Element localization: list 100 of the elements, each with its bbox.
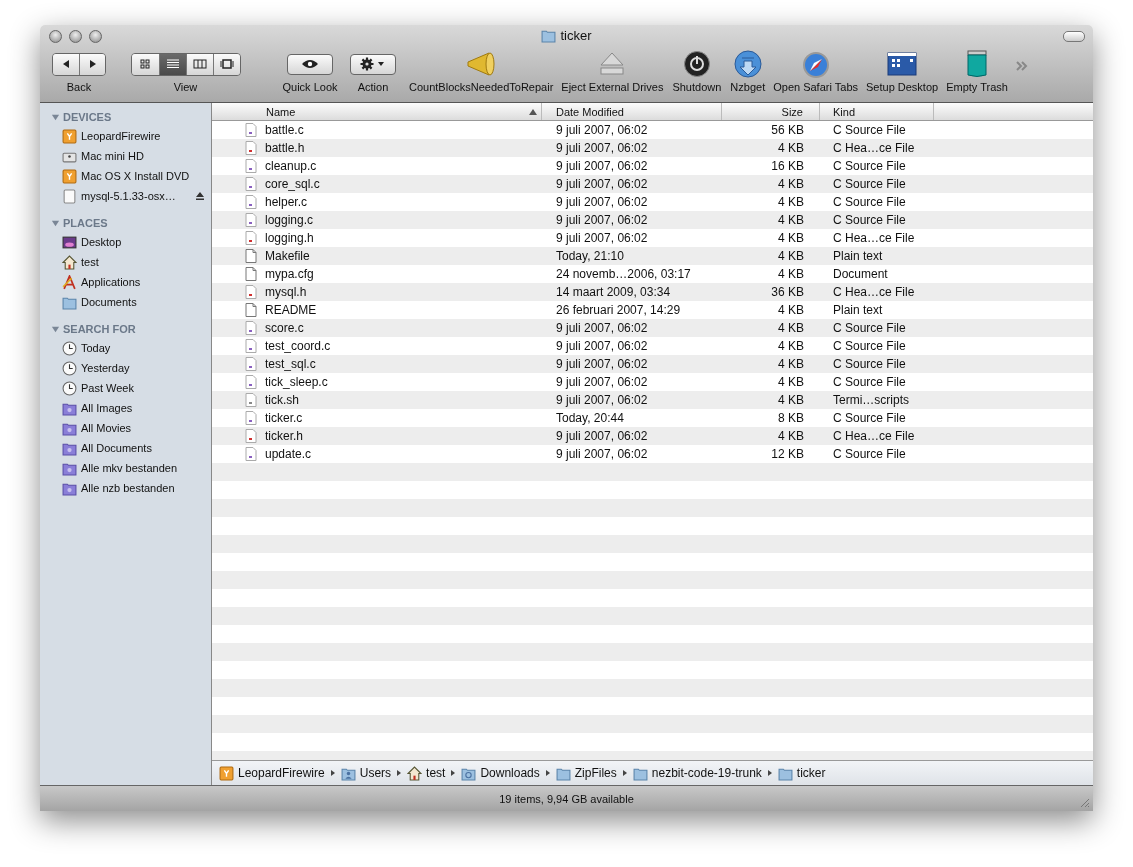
view-mode-button[interactable] [185,53,213,75]
quick-look-button[interactable] [287,53,333,75]
file-name[interactable]: mypa.cfg [265,267,314,281]
source-file-icon [245,357,257,371]
sidebar-heading: SEARCH FOR [63,323,136,335]
sidebar-item[interactable]: All Images [40,398,211,418]
action-button[interactable] [350,53,396,75]
table-cell: 9 juli 2007, 06:02 [556,123,648,137]
file-name[interactable]: core_sql.c [265,177,320,191]
separator-arrow-icon [766,769,773,777]
source-file-icon [245,411,257,425]
column-header[interactable]: Size [722,103,820,120]
file-name[interactable]: battle.c [265,123,304,137]
house-icon [62,254,77,270]
table-cell: 9 juli 2007, 06:02 [556,177,648,191]
table-cell: C Source File [833,213,906,227]
table-cell: 4 KB [778,357,804,371]
resize-grip-icon[interactable] [1078,796,1090,808]
table-cell: 14 maart 2009, 03:34 [556,285,671,299]
sidebar-item[interactable]: LeopardFirewire [40,126,211,146]
eject-icon[interactable] [195,191,205,201]
file-name[interactable]: score.c [265,321,304,335]
table-cell: 4 KB [778,393,804,407]
disclosure-triangle-icon[interactable] [51,112,60,122]
sidebar-item[interactable]: Alle mkv bestanden [40,458,211,478]
path-item[interactable]: Downloads [461,765,540,781]
toolbar-toggle-button[interactable] [1063,30,1085,42]
file-name[interactable]: tick.sh [265,393,299,407]
sidebar-item[interactable]: mysql-5.1.33-osx… [40,186,211,206]
file-name[interactable]: README [265,303,317,317]
source-file-icon [245,123,257,137]
sidebar-item[interactable]: Yesterday [40,358,211,378]
sidebar-item[interactable]: All Movies [40,418,211,438]
window-icon[interactable] [886,49,919,79]
download-globe-icon[interactable] [731,49,764,79]
view-mode-button[interactable] [131,53,159,75]
sidebar-item[interactable]: Past Week [40,378,211,398]
path-item[interactable]: Users [340,765,392,781]
table-cell: 9 juli 2007, 06:02 [556,429,648,443]
file-name[interactable]: tick_sleep.c [265,375,328,389]
forward-button[interactable] [79,53,105,75]
table-cell: C Hea…ce File [833,231,915,245]
clock-icon [62,360,77,376]
path-item[interactable]: LeopardFirewire [219,765,325,781]
path-item[interactable]: ZipFiles [555,765,617,781]
file-name[interactable]: mysql.h [265,285,307,299]
separator-arrow-icon [396,769,403,777]
file-name[interactable]: ticker.h [265,429,303,443]
file-name[interactable]: test_coord.c [265,339,331,353]
file-name[interactable]: test_sql.c [265,357,316,371]
file-name[interactable]: update.c [265,447,312,461]
column-header[interactable]: Kind [820,103,934,120]
sidebar-item[interactable]: Mac mini HD [40,146,211,166]
sidebar-item[interactable]: All Documents [40,438,211,458]
column-header[interactable]: Name [212,103,542,120]
close-button[interactable] [49,29,62,43]
sidebar-item[interactable]: Alle nzb bestanden [40,478,211,498]
back-button[interactable] [53,53,79,75]
table-cell: 9 juli 2007, 06:02 [556,375,648,389]
source-file-icon [245,321,257,335]
source-file-icon [245,375,257,389]
drive-icon [62,128,77,144]
source-file-icon [245,447,257,461]
path-item[interactable]: test [407,765,446,781]
table-cell: 9 juli 2007, 06:02 [556,141,648,155]
table-cell: C Hea…ce File [833,285,915,299]
megaphone-icon[interactable] [465,49,498,79]
file-name[interactable]: cleanup.c [265,159,317,173]
path-item[interactable]: nezbit-code-19-trunk [632,765,762,781]
disclosure-triangle-icon[interactable] [51,324,60,334]
source-file-icon [245,159,257,173]
minimize-button[interactable] [69,29,82,43]
disclosure-triangle-icon[interactable] [51,218,60,228]
table-cell: 9 juli 2007, 06:02 [556,159,648,173]
document-icon [245,267,257,281]
zoom-button[interactable] [89,29,102,43]
sidebar-item[interactable]: Desktop [40,232,211,252]
table-cell: Today, 21:10 [556,249,624,263]
table-cell: 9 juli 2007, 06:02 [556,195,648,209]
toolbar-label: Nzbget [730,81,766,93]
file-name[interactable]: logging.h [265,231,314,245]
column-header[interactable]: Date Modified [542,103,722,120]
file-name[interactable]: battle.h [265,141,305,155]
sidebar-item[interactable]: Today [40,338,211,358]
file-name[interactable]: helper.c [265,195,308,209]
toolbar-label: Setup Desktop [866,81,939,93]
file-name[interactable]: ticker.c [265,411,303,425]
gear-icon [360,57,386,71]
sidebar-item[interactable]: Documents [40,292,211,312]
table-cell: C Source File [833,123,906,137]
file-name[interactable]: Makefile [265,249,310,263]
sidebar-item[interactable]: Mac OS X Install DVD [40,166,211,186]
sidebar-heading: DEVICES [63,111,112,123]
view-mode-button[interactable] [212,53,240,75]
file-name[interactable]: logging.c [265,213,314,227]
table-cell: Plain text [833,303,883,317]
sidebar-item[interactable]: test [40,252,211,272]
sidebar-item[interactable]: Applications [40,272,211,292]
path-item[interactable]: ticker [777,765,826,781]
view-mode-button[interactable] [158,53,186,75]
